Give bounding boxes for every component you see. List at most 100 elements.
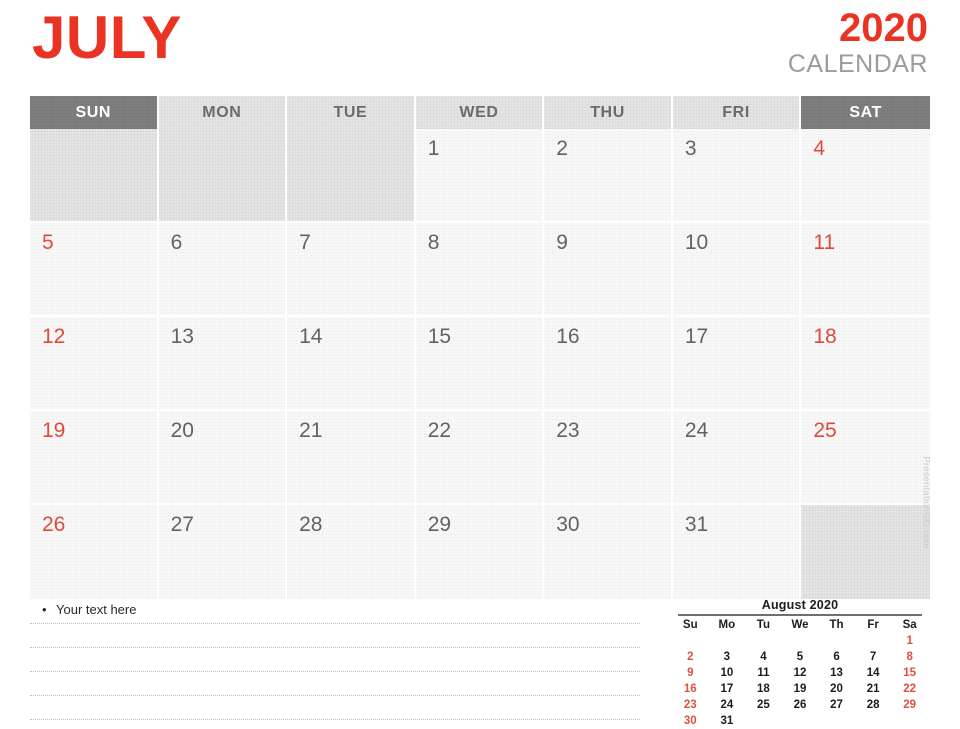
mini-calendar-row: 30 31 <box>672 713 928 729</box>
mini-day-10[interactable]: 10 <box>709 665 746 681</box>
day-cell-3[interactable]: 3 <box>672 129 802 223</box>
day-cell-24[interactable]: 24 <box>672 411 802 505</box>
day-cell-23[interactable]: 23 <box>544 411 673 505</box>
day-number: 17 <box>684 325 709 348</box>
day-number: 31 <box>684 513 709 536</box>
notes-area[interactable]: • Your text here <box>30 600 640 720</box>
day-number: 7 <box>299 231 311 254</box>
mini-day-8[interactable]: 8 <box>891 649 928 665</box>
day-number: 24 <box>684 419 709 442</box>
day-number: 11 <box>813 231 836 254</box>
day-cell-7[interactable]: 7 <box>287 223 416 317</box>
mini-calendar-row: 2345678 <box>672 649 928 665</box>
mini-day-29[interactable]: 29 <box>891 697 928 713</box>
mini-day-12[interactable]: 12 <box>782 665 819 681</box>
mini-day-15[interactable]: 15 <box>891 665 928 681</box>
day-cell-4[interactable]: 4 <box>801 129 930 223</box>
mini-day-3[interactable]: 3 <box>709 649 746 665</box>
note-line[interactable] <box>30 624 640 648</box>
day-cell-25[interactable]: 25 <box>801 411 930 505</box>
day-cell-20[interactable]: 20 <box>158 411 288 505</box>
day-number: 13 <box>170 325 194 348</box>
mini-day-21[interactable]: 21 <box>855 681 892 697</box>
mini-day-1[interactable]: 1 <box>891 633 928 649</box>
mini-day-23[interactable]: 23 <box>672 697 709 713</box>
day-number: 16 <box>556 325 580 348</box>
mini-day-7[interactable]: 7 <box>855 649 892 665</box>
day-cell-16[interactable]: 16 <box>544 317 673 411</box>
weekday-header-thu: THU <box>544 96 673 129</box>
day-cell-30[interactable]: 30 <box>544 505 673 599</box>
day-number: 26 <box>42 513 66 536</box>
mini-day-empty <box>745 633 782 649</box>
day-number: 10 <box>684 231 709 254</box>
mini-day-19[interactable]: 19 <box>782 681 819 697</box>
weekday-header-wed: WED <box>415 96 545 129</box>
day-cell-15[interactable]: 15 <box>415 317 545 411</box>
mini-day-16[interactable]: 16 <box>672 681 709 697</box>
mini-day-empty <box>818 633 855 649</box>
day-cell-13[interactable]: 13 <box>158 317 288 411</box>
day-cell-1[interactable]: 1 <box>415 129 545 223</box>
mini-day-25[interactable]: 25 <box>745 697 782 713</box>
day-cell-22[interactable]: 22 <box>415 411 545 505</box>
mini-day-26[interactable]: 26 <box>782 697 819 713</box>
day-cell-29[interactable]: 29 <box>415 505 545 599</box>
day-cell-10[interactable]: 10 <box>672 223 802 317</box>
mini-day-27[interactable]: 27 <box>818 697 855 713</box>
mini-day-13[interactable]: 13 <box>818 665 855 681</box>
mini-day-14[interactable]: 14 <box>855 665 892 681</box>
mini-day-24[interactable]: 24 <box>709 697 746 713</box>
day-cell-11[interactable]: 11 <box>801 223 930 317</box>
day-cell-31[interactable]: 31 <box>672 505 802 599</box>
mini-day-6[interactable]: 6 <box>818 649 855 665</box>
day-number: 27 <box>170 513 194 536</box>
day-cell-8[interactable]: 8 <box>415 223 545 317</box>
day-cell-17[interactable]: 17 <box>672 317 802 411</box>
note-line[interactable]: • Your text here <box>30 600 640 624</box>
mini-day-4[interactable]: 4 <box>745 649 782 665</box>
day-cell-28[interactable]: 28 <box>287 505 416 599</box>
day-cell-empty[interactable] <box>801 505 930 599</box>
mini-day-empty <box>855 633 892 649</box>
note-line[interactable] <box>30 696 640 720</box>
day-cell-27[interactable]: 27 <box>158 505 288 599</box>
mini-day-31[interactable]: 31 <box>709 713 746 729</box>
day-number: 4 <box>813 137 826 160</box>
day-cell-19[interactable]: 19 <box>30 411 159 505</box>
day-cell-18[interactable]: 18 <box>801 317 930 411</box>
note-line[interactable] <box>30 672 640 696</box>
day-cell-5[interactable]: 5 <box>30 223 159 317</box>
mini-weekday-th: Th <box>829 619 844 631</box>
calendar-week-row: 5 6 7 8 9 10 11 <box>30 223 930 317</box>
mini-day-2[interactable]: 2 <box>672 649 709 665</box>
day-cell-empty[interactable] <box>30 129 159 223</box>
mini-day-11[interactable]: 11 <box>745 665 782 681</box>
day-cell-14[interactable]: 14 <box>287 317 416 411</box>
mini-calendar-header-row: Su Mo Tu We Th Fr Sa <box>672 617 928 633</box>
day-number: 19 <box>42 419 66 442</box>
mini-weekday-sa: Sa <box>902 619 917 631</box>
day-cell-empty[interactable] <box>158 129 288 223</box>
mini-calendar-row: 16 17 18 19 20 21 22 <box>672 681 928 697</box>
mini-day-22[interactable]: 22 <box>891 681 928 697</box>
mini-day-20[interactable]: 20 <box>818 681 855 697</box>
note-line[interactable] <box>30 648 640 672</box>
mini-day-5[interactable]: 5 <box>782 649 819 665</box>
mini-day-9[interactable]: 9 <box>672 665 709 681</box>
day-cell-6[interactable]: 6 <box>158 223 288 317</box>
mini-day-18[interactable]: 18 <box>745 681 782 697</box>
mini-day-17[interactable]: 17 <box>709 681 746 697</box>
mini-day-30[interactable]: 30 <box>672 713 709 729</box>
day-cell-2[interactable]: 2 <box>544 129 673 223</box>
day-cell-21[interactable]: 21 <box>287 411 416 505</box>
mini-day-28[interactable]: 28 <box>855 697 892 713</box>
note-placeholder-text[interactable]: Your text here <box>56 601 136 619</box>
weekday-header-mon: MON <box>158 96 288 129</box>
day-cell-empty[interactable] <box>287 129 416 223</box>
day-cell-12[interactable]: 12 <box>30 317 159 411</box>
day-cell-26[interactable]: 26 <box>30 505 159 599</box>
weekday-header-sun: SUN <box>30 96 159 129</box>
day-cell-9[interactable]: 9 <box>544 223 673 317</box>
calendar-grid: SUN MON TUE WED THU FRI SAT 1 2 3 4 5 6 7 8 9 10 11 12 13 1… <box>30 96 930 599</box>
